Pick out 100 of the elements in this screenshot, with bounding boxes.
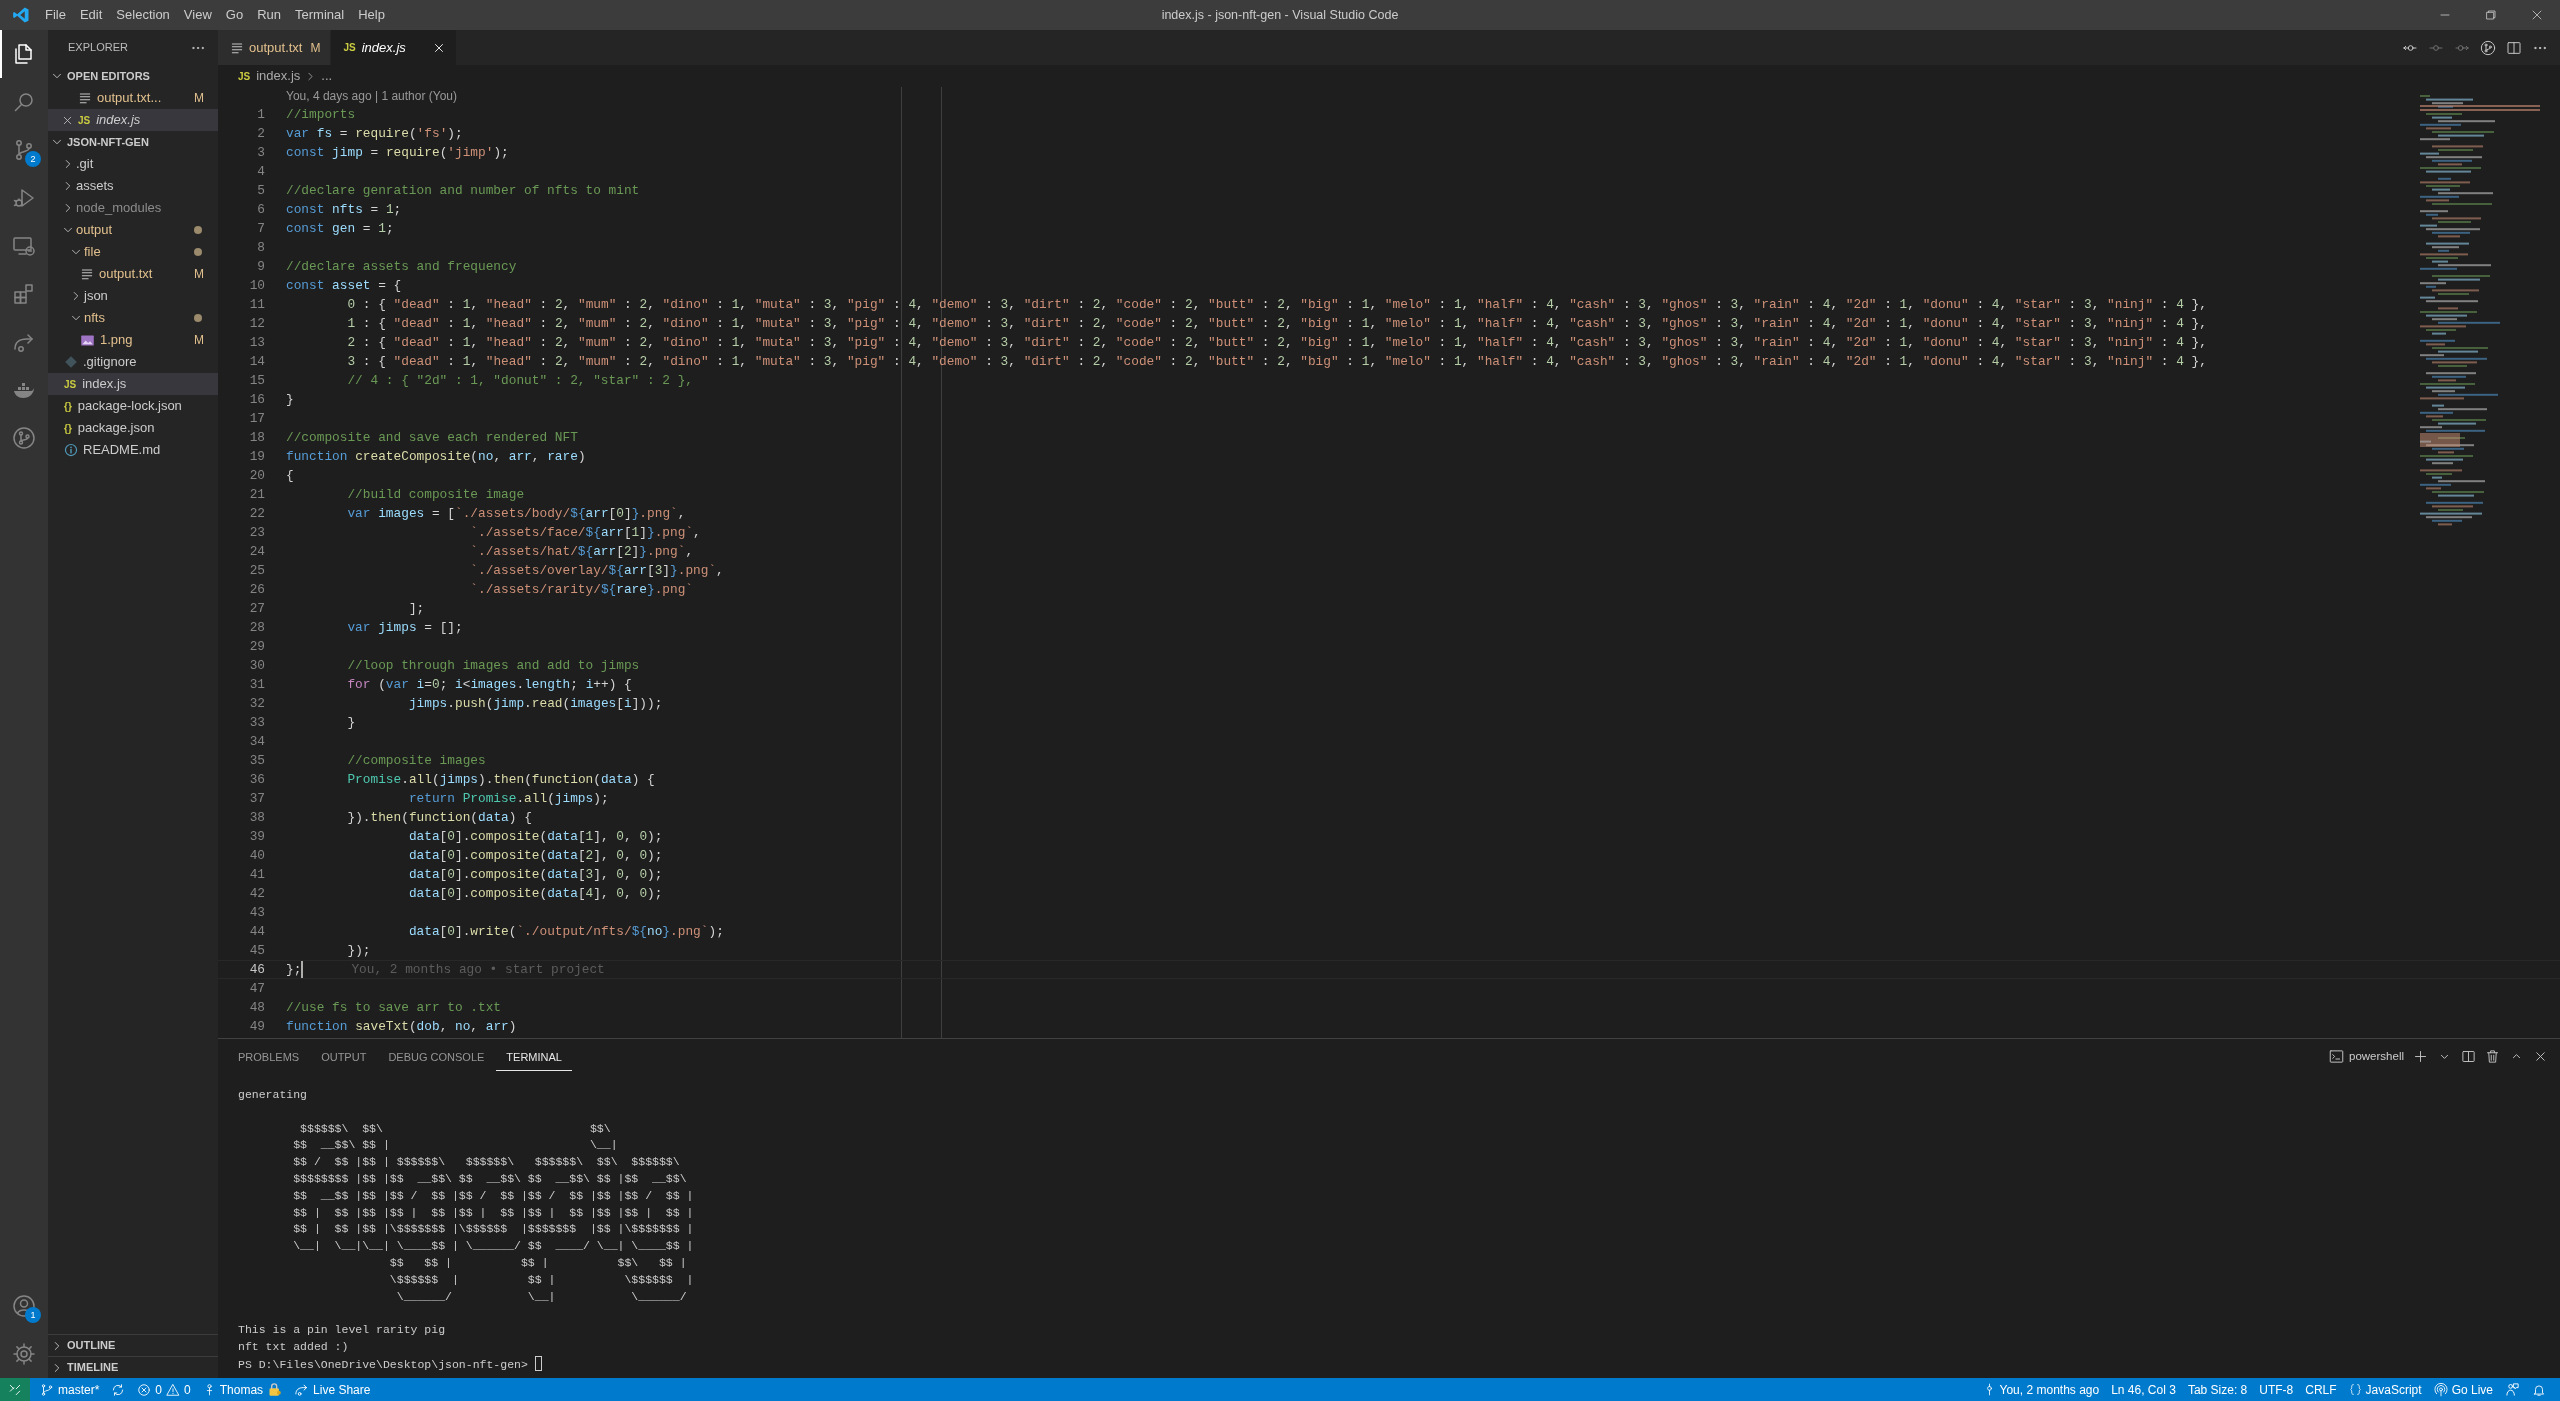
explorer-row[interactable]: output.txt M: [48, 263, 218, 285]
explorer-row[interactable]: README.md: [48, 439, 218, 461]
bell-icon[interactable]: [2532, 1382, 2546, 1397]
code-line: const asset = {: [286, 277, 402, 294]
panel-tab[interactable]: OUTPUT: [311, 1041, 377, 1072]
explorer-row[interactable]: file: [48, 241, 218, 263]
close-icon[interactable]: [2533, 1049, 2548, 1064]
breadcrumb-item[interactable]: ...: [321, 66, 333, 86]
panel-tab[interactable]: DEBUG CONSOLE: [378, 1041, 495, 1072]
split-editor-icon[interactable]: [2506, 39, 2522, 56]
terminal-line: $$ $$ | $$ | $$\ $$ |: [388, 1255, 687, 1269]
code-line: //declare genration and number of nfts to mint: [286, 182, 640, 199]
extensions-icon[interactable]: [12, 282, 36, 306]
code-line: //loop through images and add to jimps: [346, 657, 640, 674]
panel-tab[interactable]: PROBLEMS: [228, 1041, 310, 1072]
code-line: }: [346, 714, 356, 731]
menu-item[interactable]: Help: [351, 0, 392, 30]
branch-circle-icon[interactable]: [12, 426, 36, 450]
explorer-row[interactable]: .git: [48, 153, 218, 175]
explorer-row[interactable]: JS index.js: [48, 373, 218, 395]
explorer-row[interactable]: node_modules: [48, 197, 218, 219]
menu-item[interactable]: Run: [250, 0, 288, 30]
git-status-label: M: [194, 266, 204, 283]
code-line: //declare assets and frequency: [286, 258, 517, 275]
status-item[interactable]: Tab Size: 8: [2181, 1378, 2254, 1401]
line-number: 30: [248, 657, 265, 674]
explorer-row[interactable]: .gitignore: [48, 351, 218, 373]
editor-tab[interactable]: output.txt M: [218, 30, 332, 65]
settings-icon[interactable]: [12, 1342, 36, 1366]
breadcrumb-item[interactable]: index.js: [256, 66, 301, 86]
sync-icon: [111, 1382, 126, 1397]
terminal-line: $$$$$$$$ |$$ |$$ __$$\ $$ __$$\ $$ __$$\ $$ |$$ __$$\: [292, 1172, 687, 1185]
terminal-selector[interactable]: powershell: [2329, 1047, 2404, 1066]
line-number: 6: [256, 201, 265, 218]
status-item[interactable]: Go Live: [2427, 1378, 2499, 1401]
explorer-row[interactable]: assets: [48, 175, 218, 197]
explorer-row[interactable]: 1.png M: [48, 329, 218, 351]
status-item[interactable]: Thomas: [196, 1378, 289, 1401]
problems-indicator[interactable]: 0 0: [131, 1378, 197, 1401]
terminal-icon: [2329, 1049, 2344, 1064]
status-item[interactable]: UTF-8: [2253, 1378, 2300, 1401]
explorer-row[interactable]: JS index.js: [48, 109, 218, 131]
plus-icon[interactable]: [2413, 1049, 2428, 1064]
status-item[interactable]: JavaScript: [2342, 1378, 2428, 1401]
line-number: 47: [248, 980, 265, 997]
account-icon[interactable]: [12, 1294, 36, 1318]
explorer-row[interactable]: {} package-lock.json: [48, 395, 218, 417]
explorer-row[interactable]: json: [48, 285, 218, 307]
code-line: //use fs to save arr to .txt: [286, 999, 502, 1016]
line-number: 45: [248, 942, 265, 959]
monitor-icon[interactable]: [12, 234, 36, 258]
menu-item[interactable]: View: [176, 0, 219, 30]
editor-tab[interactable]: JS index.js: [331, 30, 457, 65]
explorer-row[interactable]: output.txt... M: [48, 87, 218, 109]
line-number: 29: [248, 638, 265, 655]
branch-icon: [40, 1382, 54, 1397]
feedback-icon[interactable]: [2505, 1382, 2520, 1397]
status-item[interactable]: CRLF: [2299, 1378, 2343, 1401]
text-cursor: [301, 961, 304, 978]
menu-item[interactable]: Terminal: [288, 0, 352, 30]
code-line: });: [346, 942, 371, 959]
section-header[interactable]: OPEN EDITORS: [67, 67, 150, 85]
line-number: 31: [248, 676, 265, 693]
line-number: 39: [248, 828, 265, 845]
terminal-line: $$ __$$\ $$ | \__|: [292, 1138, 618, 1152]
section-header[interactable]: OUTLINE: [67, 1337, 116, 1354]
window-title: index.js - json-nft-gen - Visual Studio Code: [1161, 6, 1399, 24]
terminal-line: \______/ \__| \______/: [395, 1289, 687, 1303]
menu-item[interactable]: Go: [218, 0, 251, 30]
branch-circle-icon[interactable]: [2480, 39, 2496, 56]
trash-icon[interactable]: [2485, 1049, 2500, 1064]
split-panel-icon[interactable]: [2461, 1049, 2476, 1064]
code-line: data[0].composite(data[3], 0, 0);: [407, 866, 663, 883]
menu-item[interactable]: Edit: [72, 0, 110, 30]
restore-icon[interactable]: [2483, 7, 2499, 23]
modified-dot: [194, 248, 202, 256]
run-debug-icon[interactable]: [12, 186, 36, 210]
status-item[interactable]: Live Share: [288, 1378, 377, 1401]
section-header[interactable]: TIMELINE: [67, 1359, 119, 1376]
section-header[interactable]: JSON-NFT-GEN: [67, 133, 149, 151]
status-item[interactable]: Ln 46, Col 3: [2105, 1378, 2182, 1401]
code-line: `./assets/overlay/${arr[3]}.png`,: [469, 562, 724, 579]
menu-item[interactable]: File: [38, 0, 73, 30]
codelens-annotation[interactable]: You, 4 days ago | 1 author (You): [286, 89, 458, 103]
explorer-row[interactable]: {} package.json: [48, 417, 218, 439]
file-type-label: JS: [238, 69, 251, 84]
line-number: 35: [248, 752, 265, 769]
terminal-line: $$ | $$ |$$ |\$$$$$$$ |\$$$$$$ |$$$$$$$ |$$ |\$$$$$$$ |: [292, 1222, 694, 1236]
search-icon[interactable]: [12, 90, 36, 114]
explorer-row[interactable]: nfts: [48, 307, 218, 329]
line-number: 44: [248, 923, 265, 940]
explorer-row[interactable]: output: [48, 219, 218, 241]
error-icon: [137, 1382, 152, 1397]
panel-tab[interactable]: TERMINAL: [496, 1041, 572, 1072]
status-item[interactable]: master*: [34, 1378, 106, 1401]
modified-dot: [194, 314, 202, 322]
line-number: 32: [248, 695, 265, 712]
status-item[interactable]: You, 2 months ago: [1976, 1378, 2106, 1401]
menu-item[interactable]: Selection: [109, 0, 177, 30]
code-line: //imports: [286, 106, 356, 123]
